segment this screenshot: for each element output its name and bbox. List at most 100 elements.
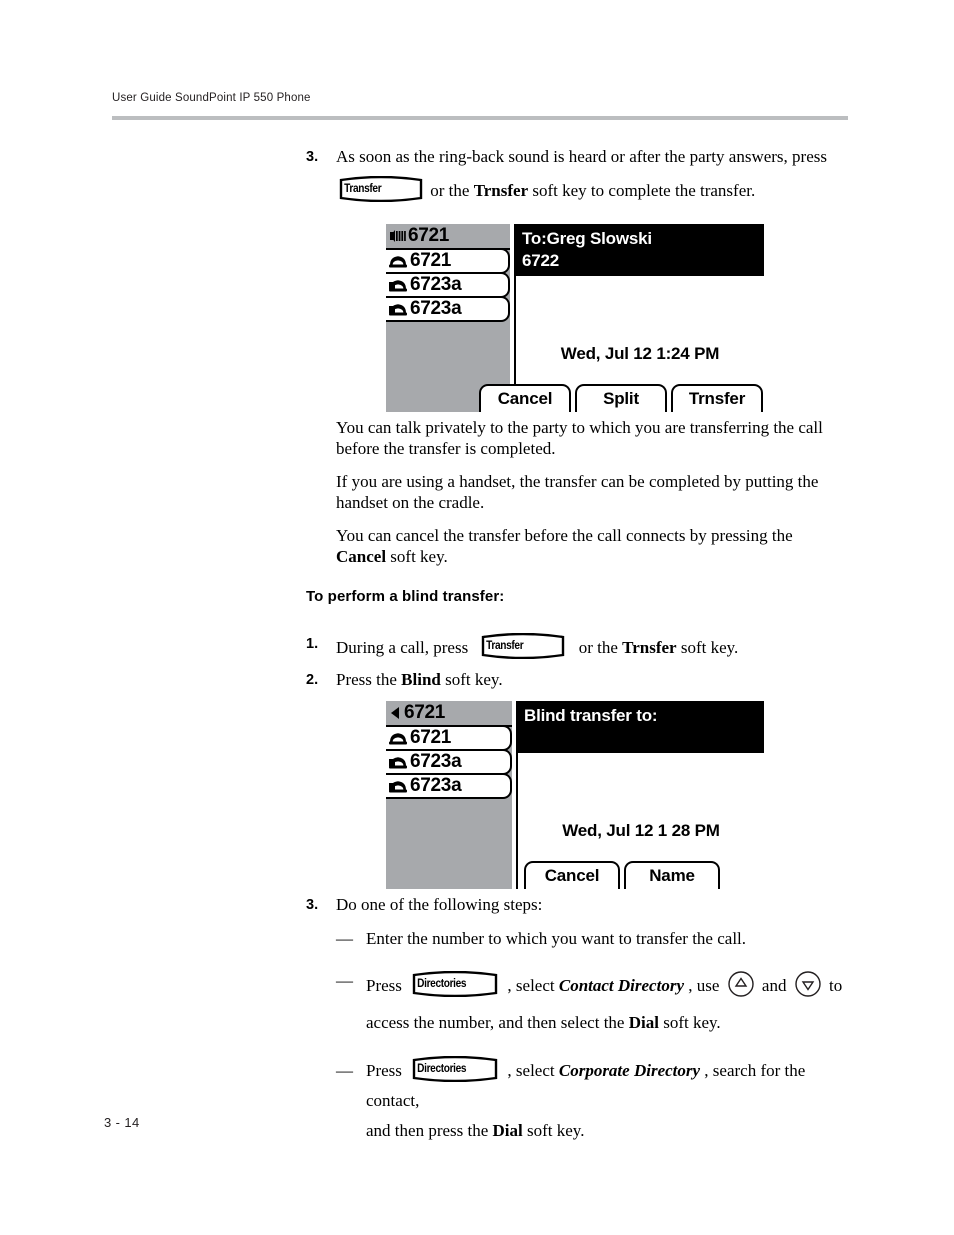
bullet3-italic-target: Corporate Directory [558,1061,701,1080]
handset-icon [388,300,410,318]
page-number-footer: 3 - 14 [104,1115,140,1130]
line-row[interactable]: 6721 [386,701,512,727]
bullet3-line2-after: soft key. [527,1121,585,1140]
blind-step2-after: soft key. [445,670,503,689]
blind-step2-before: Press the [336,670,397,689]
softkey-trnsfer[interactable]: Trnsfer [671,384,763,412]
step-text: As soon as the ring-back sound is heard … [336,146,852,202]
line-row[interactable]: 6723a [386,296,510,322]
softkey-cancel[interactable]: Cancel [524,861,620,889]
line-label: 6721 [408,225,450,246]
line-row[interactable]: 6721 [386,248,510,274]
step-text: Press the Blind soft key. [336,669,852,690]
line-row[interactable]: 6723a [386,773,512,799]
blind-transfer-section: To perform a blind transfer: 1. During a… [306,588,852,691]
bullet-corporate-directory: — Press Directories , select Corporate D… [336,1056,862,1146]
post-screenshot-paragraphs: You can talk privately to the party to w… [336,418,846,580]
up-arrow-key-icon[interactable] [727,970,755,1008]
handset-icon [388,252,410,270]
softkey-split[interactable]: Split [575,384,667,412]
bullet2-line2-before: access the number, and then select the [366,1013,625,1032]
blind-step2-bold-word: Blind [401,670,441,689]
paragraph-cancel-transfer: You can cancel the transfer before the c… [336,526,846,567]
transfer-hardkey-graphic[interactable]: Transfer [480,633,566,659]
call-banner-1: To:Greg Slowski 6722 [516,224,764,276]
handset-icon [388,753,410,771]
lcd-display-1: 6721 6721 6723a 6723a To:Greg Slowski 67… [386,224,764,412]
line-label: 6723a [410,298,462,319]
step-3-top: 3. As soon as the ring-back sound is hea… [306,146,852,202]
cancel-bold-word: Cancel [336,546,387,566]
bullet-contact-directory: — Press Directories , select Contact Dir… [336,970,862,1038]
call-banner-2: Blind transfer to: [518,701,764,753]
cancel-para-before: You can cancel the transfer before the c… [336,526,793,545]
paragraph-handset-cradle: If you are using a handset, the transfer… [336,472,819,512]
softkey-strip-2: Cancel Name [386,861,764,889]
transfer-hardkey-graphic[interactable]: Transfer [338,176,424,202]
blind-step-1: 1. During a call, press Transfer or the … [306,633,852,659]
paragraph-talk-privately: You can talk privately to the party to w… [336,418,823,458]
blind-step-2: 2. Press the Blind soft key. [306,669,852,691]
transfer-hardkey-label: Transfer [486,639,524,652]
step-3-after-key-1: or the [430,181,470,200]
bullet2-italic-target: Contact Directory [558,976,684,995]
directories-hardkey-graphic[interactable]: Directories [411,971,499,997]
blind-step1-mid: or the [578,638,618,657]
bullet-enter-number: — Enter the number to which you want to … [336,928,862,950]
handset-icon [388,276,410,294]
line-row[interactable]: 6723a [386,272,510,298]
step-text: During a call, press Transfer or the Trn… [336,633,852,659]
bullet2-select: , select [507,976,555,995]
running-head-text: User Guide SoundPoint IP 550 Phone [112,92,311,104]
line-label: 6723a [410,751,462,772]
directories-hardkey-label: Directories [417,978,467,990]
line-row[interactable]: 6721 [386,224,510,250]
blind-step1-after: soft key. [680,638,739,657]
softkey-strip-1: Cancel Split Trnsfer [386,384,764,412]
back-arrow-icon [388,704,404,722]
cancel-para-after: soft key. [390,546,448,566]
bullet2-bold-dial: Dial [628,1013,659,1032]
lcd-display-2: 6721 6721 6723a 6723a Blind transfer to:… [386,701,764,889]
bullet3-bold-dial: Dial [492,1121,523,1140]
step-3-lead-text: As soon as the ring-back sound is heard … [336,147,827,166]
step-number: 3. [306,897,319,913]
line-label: 6723a [410,274,462,295]
bullet3-line2-before: and then press the [366,1121,489,1140]
bullet2-and: and [761,976,787,995]
banner-primary-text: To:Greg Slowski [522,229,652,248]
dash-mark: — [336,971,353,990]
banner-primary-text: Blind transfer to: [524,706,658,725]
directories-hardkey-label: Directories [417,1063,467,1075]
banner-secondary-text: 6722 [522,251,560,270]
bullet2-use: , use [688,976,720,995]
bullet2-to: to [828,976,843,995]
down-arrow-key-icon[interactable] [794,970,822,1008]
dash-mark: — [336,1061,353,1080]
line-label: 6721 [410,250,452,271]
blind-step-3: 3. Do one of the following steps: [306,894,862,916]
blind-step1-bold-softkey: Trnsfer [622,638,677,657]
bullet-text: Enter the number to which you want to tr… [366,929,747,948]
bullet-text: Press Directories , select Contact Direc… [366,970,862,1038]
bullet2-line2-after: soft key. [663,1013,721,1032]
bullet3-select: , select [507,1061,555,1080]
blind-step-3-block: 3. Do one of the following steps: — Ente… [306,894,862,1146]
softkey-cancel[interactable]: Cancel [479,384,571,412]
step-number: 3. [306,149,319,165]
lcd-datetime-1: Wed, Jul 12 1:24 PM [560,344,720,363]
bullet3-press: Press [366,1061,402,1080]
header-divider-rule [112,116,848,120]
dash-mark: — [336,929,353,948]
line-row[interactable]: 6723a [386,749,512,775]
page-content: 3. As soon as the ring-back sound is hea… [306,146,852,204]
blind-step1-before: During a call, press [336,638,469,657]
handset-icon [388,777,410,795]
section-heading-blind-transfer: To perform a blind transfer: [306,588,505,605]
line-row[interactable]: 6721 [386,725,512,751]
handset-icon [388,729,410,747]
softkey-name[interactable]: Name [624,861,720,889]
speaker-active-icon [388,227,408,245]
directories-hardkey-graphic[interactable]: Directories [411,1056,499,1082]
step-3-bold-softkey: Trnsfer [473,181,529,200]
